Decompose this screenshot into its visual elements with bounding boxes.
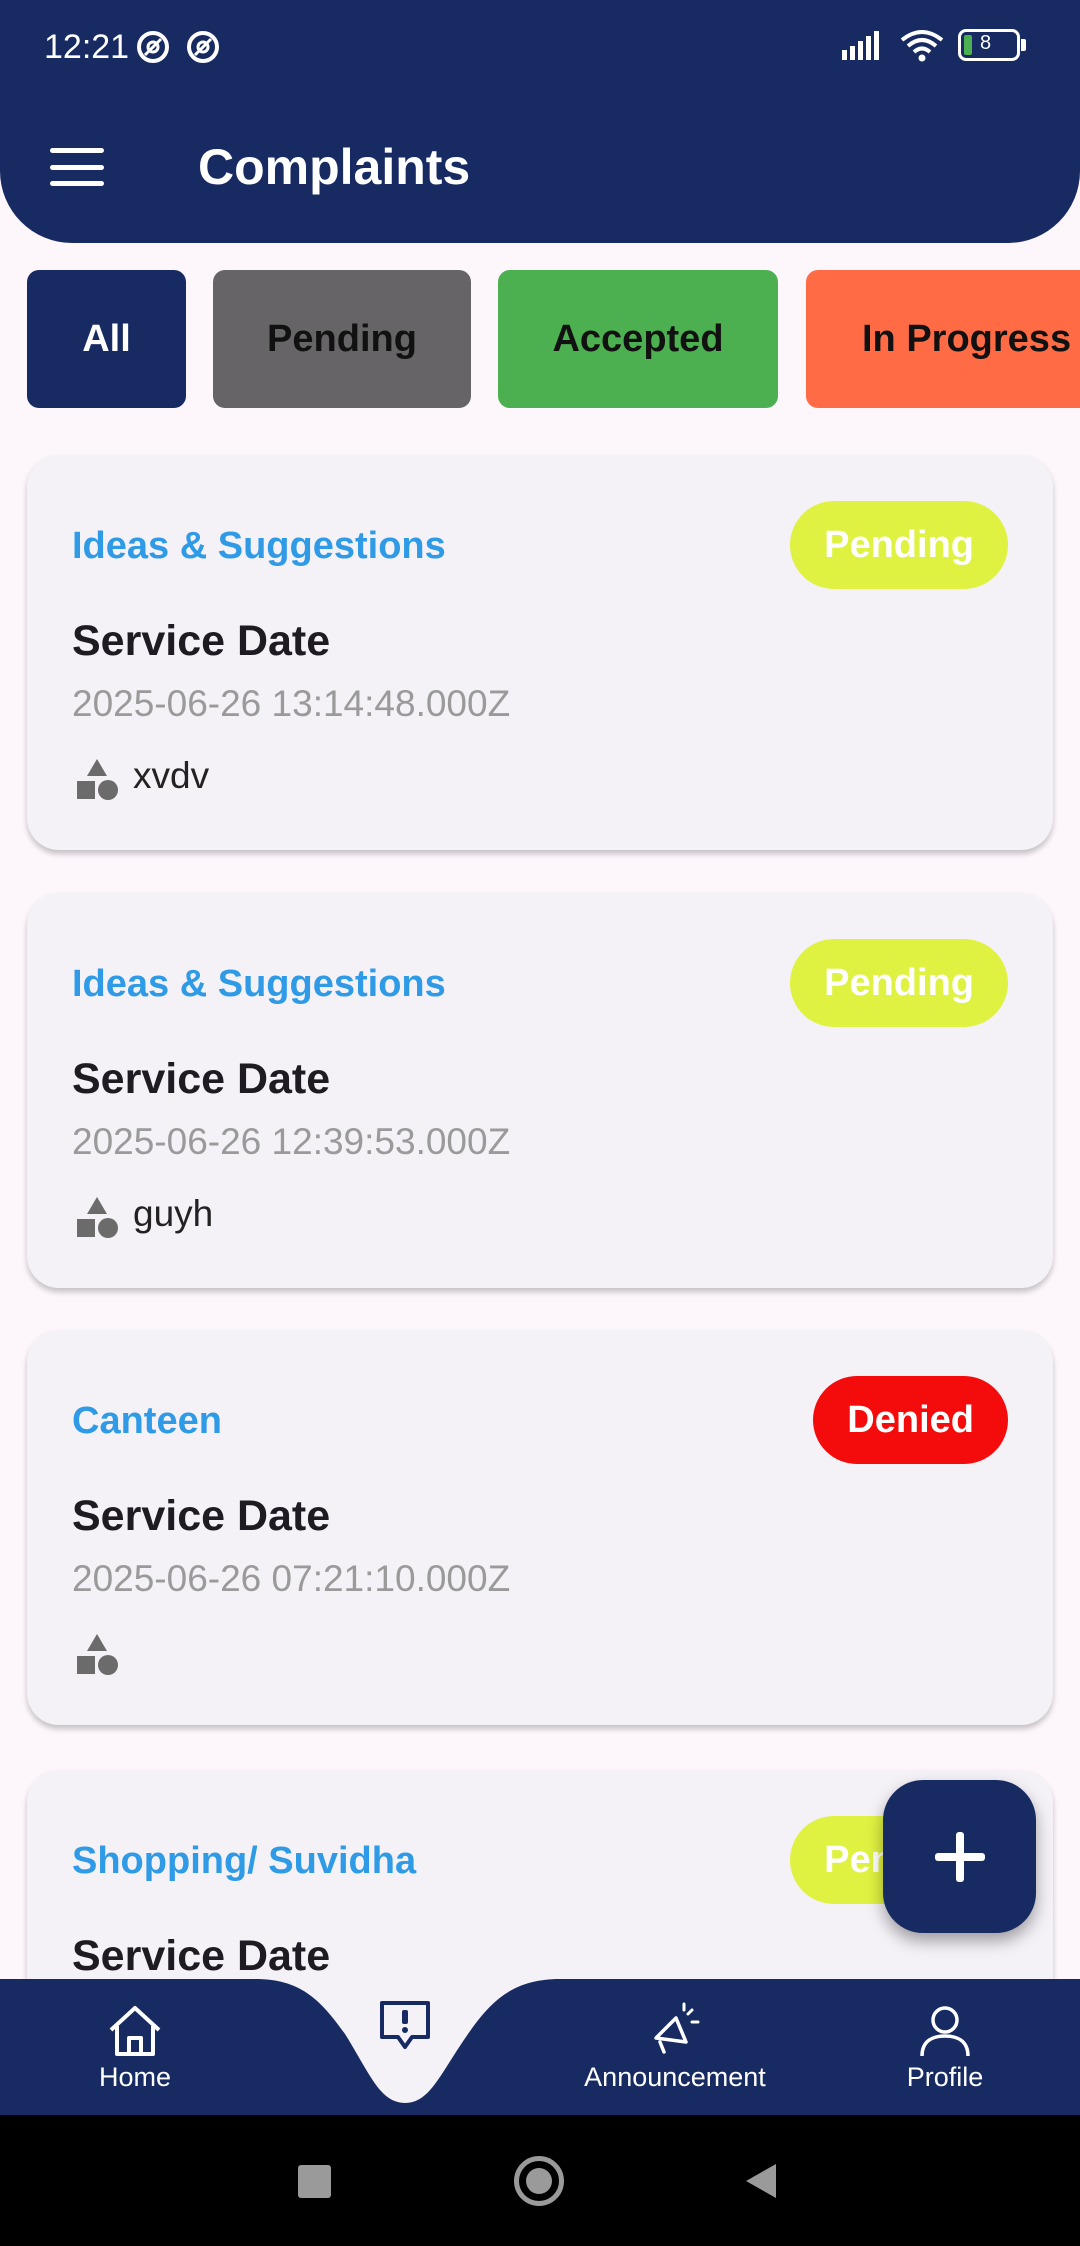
plus-icon bbox=[934, 1831, 985, 1882]
complaint-card[interactable]: Ideas & Suggestions Pending Service Date… bbox=[27, 455, 1053, 850]
status-badge: Denied bbox=[813, 1376, 1008, 1464]
card-label: Service Date bbox=[72, 1492, 331, 1540]
page-title: Complaints bbox=[198, 139, 471, 195]
home-icon bbox=[109, 2005, 161, 2056]
notification-icon bbox=[137, 31, 169, 63]
filter-all[interactable]: All bbox=[27, 270, 186, 408]
filter-in-progress[interactable]: In Progress bbox=[806, 270, 1080, 408]
battery-level: 8 bbox=[980, 32, 992, 54]
filter-accepted[interactable]: Accepted bbox=[498, 270, 778, 408]
complaint-icon bbox=[380, 2001, 430, 2049]
home-system-button[interactable] bbox=[514, 2156, 564, 2206]
complaint-card[interactable]: Ideas & Suggestions Pending Service Date… bbox=[27, 893, 1053, 1288]
app-header: 12:21 8 Complaints bbox=[0, 0, 1080, 243]
menu-icon bbox=[50, 148, 104, 153]
category-shapes-icon bbox=[77, 759, 118, 800]
nav-profile-label: Profile bbox=[906, 2061, 984, 2092]
nav-home-label: Home bbox=[98, 2061, 172, 2092]
card-category: Ideas & Suggestions bbox=[72, 525, 446, 567]
card-label: Service Date bbox=[72, 1055, 331, 1103]
complaint-card[interactable]: Canteen Denied Service Date 2025-06-26 0… bbox=[27, 1330, 1053, 1725]
card-label: Service Date bbox=[72, 617, 331, 665]
card-date: 2025-06-26 13:14:48.000Z bbox=[72, 683, 511, 724]
status-badge: Pending bbox=[790, 939, 1008, 1027]
nav-announcement-label: Announcement bbox=[584, 2061, 766, 2092]
category-shapes-icon bbox=[77, 1634, 118, 1675]
person-icon bbox=[920, 2005, 970, 2056]
card-date: 2025-06-26 07:21:10.000Z bbox=[72, 1558, 511, 1599]
recent-apps-button[interactable] bbox=[298, 2165, 331, 2198]
nav-home[interactable]: Home bbox=[72, 1979, 198, 2115]
card-label: Service Date bbox=[72, 1932, 331, 1980]
status-bar: 12:21 8 bbox=[0, 0, 1080, 95]
bottom-nav: Home Announcement Profile bbox=[0, 1979, 1080, 2115]
app-screen: 12:21 8 Complaints All Pending Accepted … bbox=[0, 0, 1080, 2246]
add-complaint-button[interactable] bbox=[883, 1780, 1036, 1933]
status-badge: Pending bbox=[790, 501, 1008, 589]
status-icons: 8 bbox=[842, 28, 1026, 62]
card-description: guyh bbox=[133, 1193, 214, 1234]
nav-announcement[interactable]: Announcement bbox=[575, 1979, 775, 2115]
nav-complaints[interactable] bbox=[360, 1979, 450, 2115]
card-category: Shopping/ Suvidha bbox=[72, 1840, 417, 1882]
signal-icon bbox=[842, 31, 879, 60]
notification-icon bbox=[187, 31, 219, 63]
back-button[interactable] bbox=[744, 2162, 778, 2200]
menu-button[interactable] bbox=[50, 148, 104, 186]
nav-profile[interactable]: Profile bbox=[890, 1979, 1000, 2115]
status-time: 12:21 bbox=[44, 28, 130, 66]
filter-pending[interactable]: Pending bbox=[213, 270, 471, 408]
card-date: 2025-06-26 12:39:53.000Z bbox=[72, 1121, 511, 1162]
card-category: Ideas & Suggestions bbox=[72, 963, 446, 1005]
battery-icon: 8 bbox=[958, 29, 1026, 61]
card-category: Canteen bbox=[72, 1400, 222, 1442]
system-nav-bar bbox=[0, 2115, 1080, 2246]
category-shapes-icon bbox=[77, 1197, 118, 1238]
wifi-icon bbox=[900, 30, 944, 62]
card-description: xvdv bbox=[133, 755, 210, 796]
megaphone-icon bbox=[654, 2002, 700, 2054]
status-filter-row: All Pending Accepted In Progress bbox=[0, 270, 1080, 408]
